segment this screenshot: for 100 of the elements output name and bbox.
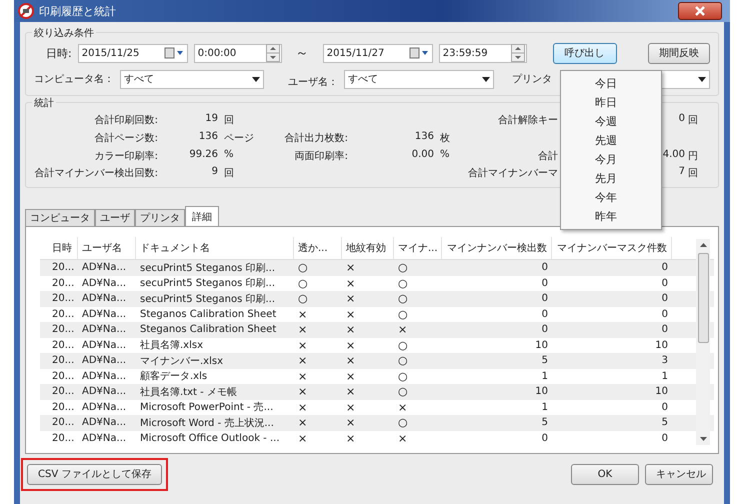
- menu-item[interactable]: 昨日: [561, 93, 661, 112]
- table-cell-text: ○: [397, 292, 409, 306]
- stat-value: 19: [204, 113, 219, 126]
- computer-label: コンピュータ名：: [34, 73, 114, 86]
- date-label: 日時:: [46, 46, 72, 60]
- apply-period-button[interactable]: 期間反映: [648, 42, 710, 64]
- table-cell-text: AD¥Na...: [81, 293, 128, 304]
- printer-label: プリンタ: [512, 72, 552, 86]
- stat-unit: 回: [688, 167, 699, 181]
- table-cell-text: ×: [397, 323, 408, 336]
- menu-item[interactable]: 昨年: [561, 207, 661, 226]
- table-cell-text: 0: [660, 432, 669, 444]
- date-picker[interactable]: 2015/11/27: [322, 44, 433, 62]
- time-field[interactable]: 23:59:59: [438, 44, 527, 62]
- table-cell-text: AD¥Na...: [81, 417, 128, 428]
- up-arrow-icon: [700, 243, 706, 247]
- table-cell-text: 5: [660, 417, 669, 428]
- table-cell-text: 1: [540, 402, 549, 413]
- table-cell-text: AD¥Na...: [81, 386, 128, 398]
- menu-item[interactable]: 今年: [561, 188, 661, 207]
- tab[interactable]: ユーザ: [95, 209, 135, 226]
- table-cell-text: 20...: [51, 293, 76, 304]
- tab[interactable]: 詳細: [185, 206, 219, 226]
- table-cell-text: ×: [345, 385, 356, 398]
- table-cell-text: ○: [297, 261, 309, 274]
- user-dropdown[interactable]: すべて: [344, 70, 494, 88]
- scrollbar[interactable]: [696, 239, 710, 445]
- stat-value: 7: [678, 166, 686, 180]
- table-cell-text: secuPrint5 Steganos 印刷...: [139, 292, 276, 306]
- table-cell-text: 20...: [51, 402, 76, 413]
- column-header[interactable]: 透か...: [294, 237, 342, 259]
- stat-label: 合計マイナンバー検出回数:: [34, 166, 158, 181]
- column-header[interactable]: 日時: [48, 237, 78, 259]
- close-icon: [694, 6, 706, 16]
- stat-label: カラー印刷率:: [94, 150, 158, 164]
- ok-button[interactable]: OK: [571, 464, 639, 484]
- stat-value: 4.00: [662, 148, 686, 162]
- column-header[interactable]: マイナ...: [394, 237, 442, 259]
- table-cell-text: AD¥Na...: [81, 432, 128, 444]
- table-cell-text: 3: [660, 355, 669, 366]
- table-cell-text: 20...: [51, 386, 76, 398]
- column-header[interactable]: 地紋有効: [342, 237, 394, 259]
- table-cell-text: ○: [297, 292, 309, 306]
- table-cell-text: ×: [297, 354, 308, 368]
- table-cell-text: ×: [297, 338, 308, 352]
- table-cell-text: Microsoft Word - 売上状況...: [139, 416, 275, 430]
- table-cell-text: 0: [540, 324, 549, 336]
- table-cell-text: Steganos Calibration Sheet: [139, 308, 278, 320]
- spinner-icon: [266, 44, 280, 62]
- range-separator: ～: [296, 45, 309, 62]
- time-field[interactable]: 0:00:00: [194, 44, 282, 62]
- menu-item[interactable]: 今月: [561, 150, 661, 169]
- table-cell-text: ×: [345, 400, 356, 414]
- table-cell-text: 20...: [51, 355, 76, 366]
- table-cell-text: 社員名簿.xlsx: [139, 338, 204, 352]
- stat-value: 136: [414, 130, 435, 144]
- call-button[interactable]: 呼び出し: [552, 42, 617, 64]
- table-cell-text: ×: [345, 338, 356, 352]
- group-label: 絞り込み条件: [32, 26, 96, 40]
- table-cell-text: ○: [397, 308, 409, 321]
- table-cell-text: 0: [660, 308, 669, 320]
- stat-label: 合計: [537, 150, 558, 164]
- stat-unit: %: [440, 148, 451, 162]
- computer-dropdown[interactable]: すべて: [120, 70, 264, 88]
- column-header[interactable]: マインナンバー検出数: [442, 237, 552, 259]
- menu-item[interactable]: 今日: [561, 74, 661, 93]
- stat-label: 合計印刷回数:: [94, 114, 158, 128]
- stat-label: 合計ページ数:: [94, 132, 158, 146]
- menu-item[interactable]: 先月: [561, 169, 661, 188]
- column-header[interactable]: マイナンバーマスク件数: [552, 237, 672, 259]
- menu-item[interactable]: 先週: [561, 131, 661, 150]
- spinner-icon: [510, 44, 525, 62]
- table-cell-text: Microsoft Office Outlook - ...: [139, 432, 280, 444]
- table-cell-text: 0: [660, 262, 669, 274]
- table-cell-text: 20...: [51, 370, 76, 382]
- stat-unit: 回: [688, 114, 699, 128]
- save-csv-button[interactable]: CSV ファイルとして保存: [27, 464, 162, 484]
- table-cell-text: ×: [297, 323, 308, 336]
- tab[interactable]: プリンタ: [135, 209, 185, 226]
- close-button[interactable]: [678, 2, 722, 20]
- cancel-button[interactable]: キャンセル: [645, 464, 713, 484]
- table-cell-text: ×: [345, 308, 356, 321]
- table-cell-text: ○: [397, 276, 409, 290]
- table-cell-text: ○: [297, 276, 309, 290]
- tab[interactable]: コンピュータ: [25, 209, 95, 226]
- table-cell-text: 0: [660, 278, 669, 289]
- menu-item[interactable]: 今週: [561, 112, 661, 131]
- table-cell-text: ×: [345, 323, 356, 336]
- stat-value: 0: [678, 113, 686, 126]
- date-picker[interactable]: 2015/11/25: [78, 44, 188, 62]
- column-header[interactable]: ユーザ名: [78, 237, 136, 259]
- table-cell-text: ×: [297, 432, 308, 445]
- table-cell-text: 20...: [51, 308, 76, 320]
- stat-unit: %: [224, 148, 235, 162]
- table-cell-text: ○: [397, 338, 409, 352]
- table-cell-text: AD¥Na...: [81, 370, 128, 382]
- table-cell-text: 20...: [51, 432, 76, 444]
- table-cell-text: 20...: [51, 417, 76, 428]
- caret-icon: [482, 76, 490, 82]
- column-header[interactable]: ドキュメント名: [136, 237, 294, 259]
